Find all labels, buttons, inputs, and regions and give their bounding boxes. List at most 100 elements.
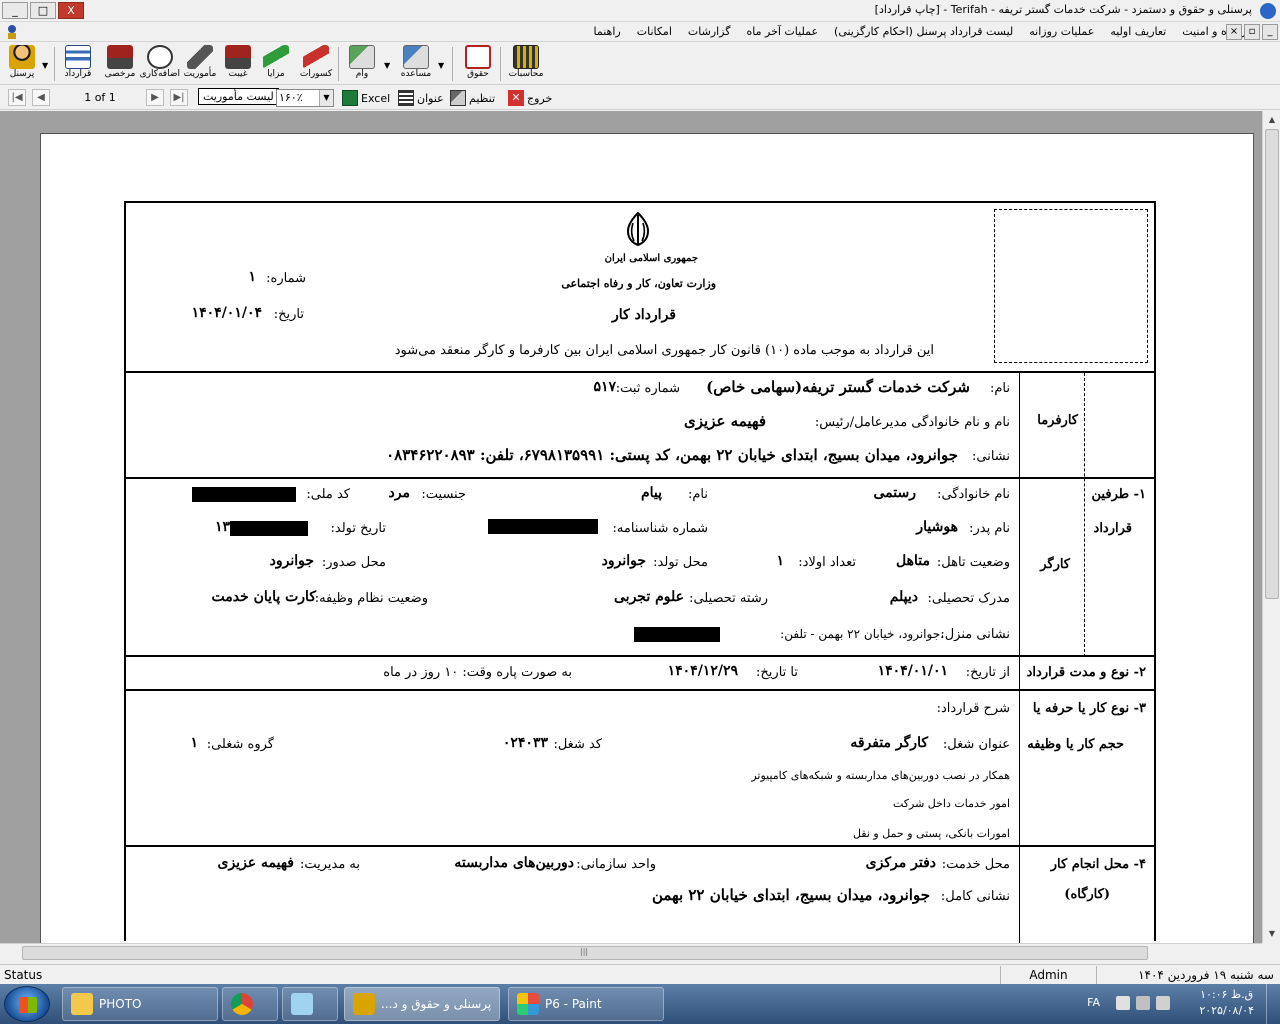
worker-marital: متاهل (896, 553, 930, 569)
deductions-button[interactable]: کسورات (296, 45, 336, 83)
menu-reports[interactable]: گزارشات (688, 25, 731, 38)
maximize-button[interactable]: □ (30, 2, 56, 19)
national-id-redacted (192, 487, 296, 502)
loan-dropdown-icon[interactable]: ▼ (384, 61, 390, 70)
scroll-grip-icon: ||| (580, 947, 589, 956)
absence-button[interactable]: غیبت (218, 45, 258, 83)
advance-button[interactable]: مساعده (396, 45, 436, 83)
plus-pen-icon (263, 45, 289, 69)
last-page-button[interactable]: ▶| (170, 89, 188, 106)
loan-button[interactable]: وام (342, 45, 382, 83)
status-bar: Status Admin سه شنبه ۱۹ فروردین ۱۴۰۴ (0, 964, 1280, 984)
mdi-close-button[interactable]: × (1226, 24, 1242, 40)
workplace-address: جوانرود، میدان بسیج، ابتدای خیابان ۲۲ به… (651, 886, 930, 904)
advance-dropdown-icon[interactable]: ▼ (438, 61, 444, 70)
duration-section: ۲- نوع و مدت قرارداد از تاریخ: ۱۴۰۴/۰۱/۰… (126, 657, 1154, 691)
task-paint[interactable]: P6 - Paint (508, 987, 664, 1021)
contract-document: جمهوری اسلامی ایران وزارت تعاون، کار و ر… (124, 201, 1156, 943)
toolbar: پرسنل ▼ قرارداد مرخصی اضافه‌کاری مأموریت… (0, 43, 1280, 85)
service-location: دفتر مرکزی (865, 855, 936, 871)
job-duty-1: همکار در نصب دوربین‌های مداربسته و شبکه‌… (751, 769, 1010, 782)
worker-title: کارگر (1040, 557, 1070, 572)
employer-title: کارفرما (1037, 413, 1078, 428)
menu-features[interactable]: امکانات (637, 25, 672, 38)
contract-button[interactable]: قرارداد (58, 45, 98, 83)
scroll-up-icon[interactable]: ▲ (1264, 112, 1280, 128)
settings-button[interactable]: تنظیم (450, 90, 495, 106)
mission-button[interactable]: مأموریت (180, 45, 220, 83)
clock-icon (147, 45, 173, 69)
start-button[interactable] (4, 986, 50, 1022)
overtime-button[interactable]: اضافه‌کاری (140, 45, 180, 83)
vertical-scroll-thumb[interactable] (1265, 129, 1279, 599)
show-desktop-button[interactable] (1266, 984, 1280, 1024)
preview-toolbar: |◀ ◀ 1 of 1 ▶ ▶| لیست مأموریت ۱۶۰٪ ▼ Exc… (0, 86, 1280, 110)
task-notepad[interactable] (282, 987, 338, 1021)
paint-icon (517, 993, 539, 1015)
menu-daily-operations[interactable]: عملیات روزانه (1029, 25, 1094, 38)
workplace-section: ۴- محل انجام کار (کارگاه) محل خدمت: دفتر… (126, 847, 1154, 943)
clock[interactable]: ق.ظ ۱۰:۰۶ ۲۰۲۵/۰۸/۰۴ (1199, 987, 1254, 1019)
menu-definitions[interactable]: تعاریف اولیه (1110, 25, 1166, 38)
parttime-note: به صورت پاره وقت: ۱۰ روز در ماه (383, 665, 572, 680)
benefits-button[interactable]: مزایا (256, 45, 296, 83)
personnel-button[interactable]: پرسنل (2, 45, 42, 83)
volume-icon[interactable] (1156, 996, 1170, 1010)
contract-to-date: ۱۴۰۴/۱۲/۲۹ (667, 663, 738, 679)
title-button[interactable]: عنوان (398, 90, 444, 106)
salary-button[interactable]: حقوق (458, 45, 498, 83)
zoom-select[interactable]: ۱۶۰٪ ▼ (276, 89, 334, 107)
menu-bar: پرونده و امنیت تعاریف اولیه عملیات روزان… (0, 22, 1280, 42)
personnel-dropdown-icon[interactable]: ▼ (42, 61, 48, 70)
personnel-icon (9, 45, 35, 69)
leave-icon (107, 45, 133, 69)
task-payroll-app[interactable]: ...پرسنلی و حقوق و د (344, 987, 500, 1021)
folder-icon (71, 993, 93, 1015)
menu-items: پرونده و امنیت تعاریف اولیه عملیات روزان… (594, 25, 1250, 38)
app-icon[interactable] (1260, 3, 1276, 19)
menu-month-end[interactable]: عملیات آخر ماه (747, 25, 819, 38)
minimize-button[interactable]: _ (2, 2, 28, 19)
task-chrome[interactable] (222, 987, 278, 1021)
previous-page-button[interactable]: ◀ (32, 89, 50, 106)
network-icon[interactable] (1136, 996, 1150, 1010)
job-duty-3: امورات بانکی، پستی و حمل و نقل (852, 827, 1010, 840)
republic-name: جمهوری اسلامی ایران (604, 253, 698, 264)
scroll-down-icon[interactable]: ▼ (1264, 926, 1280, 942)
excel-export-button[interactable]: Excel (342, 90, 390, 106)
close-button[interactable]: X (58, 2, 84, 19)
worker-gender: مرد (388, 485, 410, 501)
calculations-button[interactable]: محاسبات (506, 45, 546, 83)
first-page-button[interactable]: |◀ (8, 89, 26, 106)
phone-redacted (634, 627, 720, 642)
status-text: Status (4, 968, 43, 982)
report-preview[interactable]: جمهوری اسلامی ایران وزارت تعاون، کار و ر… (0, 111, 1262, 943)
parties-title: ۱- طرفین (1091, 487, 1146, 502)
intro-text: این قرارداد به موجب ماده (۱۰) قانون کار … (394, 343, 934, 358)
leave-button[interactable]: مرخصی (100, 45, 140, 83)
employer-ceo: فهیمه عزیزی (684, 412, 766, 430)
personnel-icon (353, 993, 375, 1015)
language-indicator[interactable]: FA (1087, 996, 1100, 1009)
employer-reg-number: ۵۱۷ (593, 379, 616, 395)
worker-military: کارت پایان خدمت (211, 589, 316, 605)
chevron-down-icon[interactable]: ▼ (319, 90, 333, 106)
absence-icon (225, 45, 251, 69)
mdi-restore-button[interactable]: ▫ (1244, 24, 1260, 40)
mdi-minimize-button[interactable]: _ (1262, 24, 1278, 40)
mdi-controls: × ▫ _ (1226, 24, 1278, 40)
minus-pen-icon (303, 45, 329, 69)
menu-contract-list[interactable]: لیست قرارداد پرسنل (احکام کارگزینی) (834, 25, 1013, 38)
worker-issue-place: جوانرود (269, 553, 314, 569)
excel-icon (342, 90, 358, 106)
task-photo[interactable]: PHOTO (62, 987, 218, 1021)
flag-icon[interactable] (1116, 996, 1130, 1010)
workplace-title: ۴- محل انجام کار (1050, 857, 1146, 872)
exit-button[interactable]: ✕ خروج (508, 90, 552, 106)
next-page-button[interactable]: ▶ (146, 89, 164, 106)
menu-help[interactable]: راهنما (594, 25, 621, 38)
vertical-scrollbar[interactable]: ▲ ▼ (1262, 111, 1280, 943)
horizontal-scrollbar[interactable]: ||| (0, 943, 1262, 961)
document-icon[interactable] (4, 24, 20, 40)
status-date: سه شنبه ۱۹ فروردین ۱۴۰۴ (1096, 966, 1280, 984)
